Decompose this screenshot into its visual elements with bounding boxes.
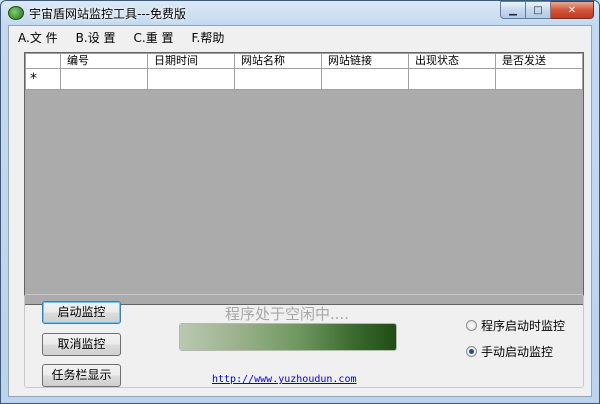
column-header-datetime[interactable]: 日期时间 bbox=[147, 53, 235, 69]
table-row[interactable]: * bbox=[25, 68, 583, 90]
new-row-marker: * bbox=[25, 68, 61, 90]
close-icon: ✕ bbox=[567, 4, 577, 16]
maximize-icon: □ bbox=[533, 4, 543, 16]
monitor-grid[interactable]: 编号 日期时间 网站名称 网站链接 出现状态 是否发送 * bbox=[24, 52, 584, 305]
caption-buttons: ▁ □ ✕ bbox=[500, 1, 594, 19]
control-panel: 启动监控 取消监控 任务栏显示 程序处于空闲中.... http://www.y… bbox=[24, 294, 584, 388]
website-link[interactable]: http://www.yuzhoudun.com bbox=[212, 374, 357, 385]
grid-cell-sent[interactable] bbox=[495, 68, 583, 90]
grid-table: 编号 日期时间 网站名称 网站链接 出现状态 是否发送 * bbox=[25, 53, 583, 90]
client-area: A.文 件 B.设 置 C.重 置 F.帮助 编号 日期时间 网站名称 网站链接… bbox=[8, 25, 592, 397]
column-header-status[interactable]: 出现状态 bbox=[408, 53, 496, 69]
app-window: 宇宙盾网站监控工具---免费版 ▁ □ ✕ A.文 件 B.设 置 C.重 置 … bbox=[0, 0, 600, 404]
shield-globe-icon bbox=[8, 6, 24, 20]
menu-help[interactable]: F.帮助 bbox=[183, 26, 234, 50]
window-title: 宇宙盾网站监控工具---免费版 bbox=[29, 7, 186, 21]
grid-cell-status[interactable] bbox=[408, 68, 496, 90]
taskbar-display-button[interactable]: 任务栏显示 bbox=[42, 364, 121, 387]
cancel-monitor-button[interactable]: 取消监控 bbox=[42, 333, 121, 356]
manual-monitor-radio[interactable] bbox=[466, 346, 477, 357]
grid-cell-site-link[interactable] bbox=[321, 68, 409, 90]
grid-cell-site-name[interactable] bbox=[234, 68, 322, 90]
menu-file[interactable]: A.文 件 bbox=[9, 26, 67, 50]
minimize-icon: ▁ bbox=[509, 4, 517, 16]
maximize-button[interactable]: □ bbox=[526, 1, 551, 19]
title-bar[interactable]: 宇宙盾网站监控工具---免费版 ▁ □ ✕ bbox=[1, 1, 599, 25]
grid-cell-id[interactable] bbox=[60, 68, 148, 90]
manual-monitor-label: 手动启动监控 bbox=[481, 345, 554, 359]
column-header-id[interactable]: 编号 bbox=[60, 53, 148, 69]
menu-reset[interactable]: C.重 置 bbox=[125, 26, 183, 50]
row-header-corner bbox=[25, 53, 61, 69]
auto-monitor-label: 程序启动时监控 bbox=[481, 319, 566, 333]
auto-monitor-radio[interactable] bbox=[466, 320, 477, 331]
column-header-site-link[interactable]: 网站链接 bbox=[321, 53, 409, 69]
menu-bar: A.文 件 B.设 置 C.重 置 F.帮助 bbox=[9, 26, 591, 50]
menu-settings[interactable]: B.设 置 bbox=[67, 26, 125, 50]
manual-monitor-option[interactable]: 手动启动监控 bbox=[466, 343, 553, 360]
minimize-button[interactable]: ▁ bbox=[500, 1, 526, 19]
grid-cell-datetime[interactable] bbox=[147, 68, 235, 90]
close-button[interactable]: ✕ bbox=[551, 1, 594, 19]
progress-fill bbox=[180, 324, 396, 350]
grid-header-row: 编号 日期时间 网站名称 网站链接 出现状态 是否发送 bbox=[25, 53, 583, 69]
column-header-site-name[interactable]: 网站名称 bbox=[234, 53, 322, 69]
start-monitor-button[interactable]: 启动监控 bbox=[42, 301, 121, 324]
column-header-sent[interactable]: 是否发送 bbox=[495, 53, 583, 69]
auto-monitor-option[interactable]: 程序启动时监控 bbox=[466, 317, 565, 334]
status-text: 程序处于空闲中.... bbox=[225, 305, 350, 323]
progress-bar bbox=[179, 323, 397, 351]
